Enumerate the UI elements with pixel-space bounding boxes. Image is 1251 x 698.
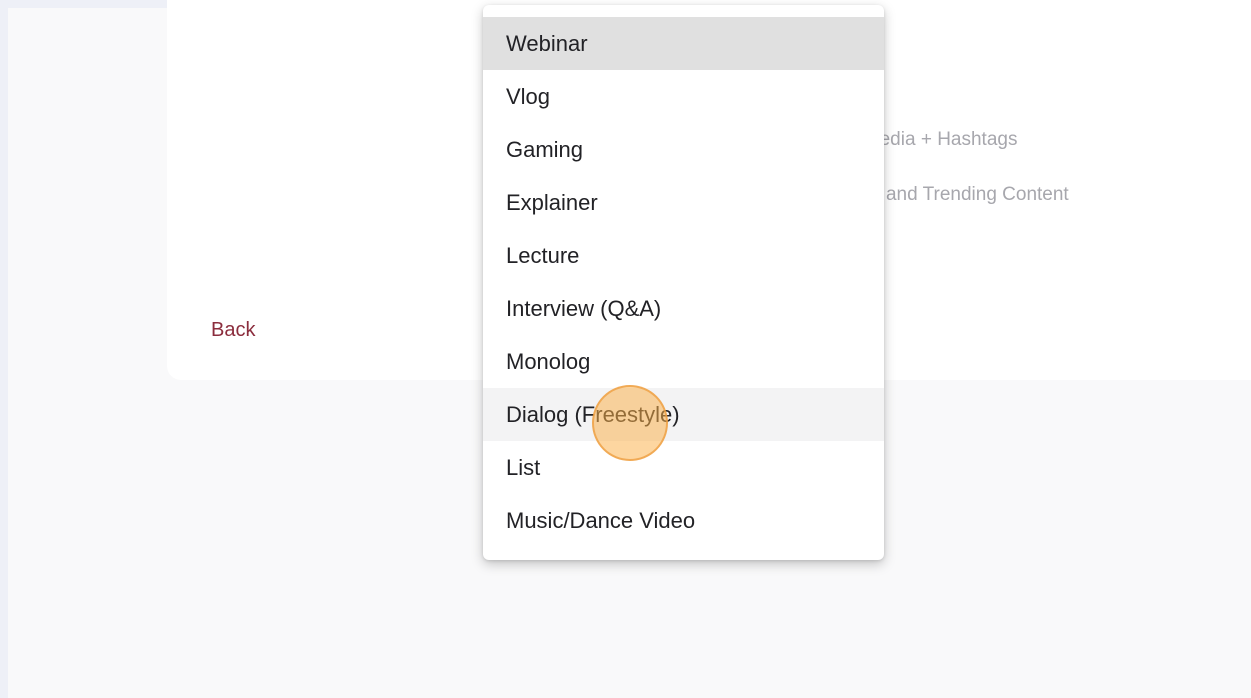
menu-item-webinar[interactable]: Webinar [483,17,884,70]
video-type-dropdown-menu: Webinar Vlog Gaming Explainer Lecture In… [483,5,884,560]
menu-item-explainer[interactable]: Explainer [483,176,884,229]
menu-item-list[interactable]: List [483,441,884,494]
menu-item-lecture[interactable]: Lecture [483,229,884,282]
menu-item-vlog[interactable]: Vlog [483,70,884,123]
menu-item-dialog-freestyle[interactable]: Dialog (Freestyle) [483,388,884,441]
menu-item-music-dance-video[interactable]: Music/Dance Video [483,494,884,547]
menu-item-gaming[interactable]: Gaming [483,123,884,176]
dropdown-list: Webinar Vlog Gaming Explainer Lecture In… [483,17,884,547]
back-link[interactable]: Back [211,319,255,342]
menu-item-interview[interactable]: Interview (Q&A) [483,282,884,335]
menu-item-monolog[interactable]: Monolog [483,335,884,388]
